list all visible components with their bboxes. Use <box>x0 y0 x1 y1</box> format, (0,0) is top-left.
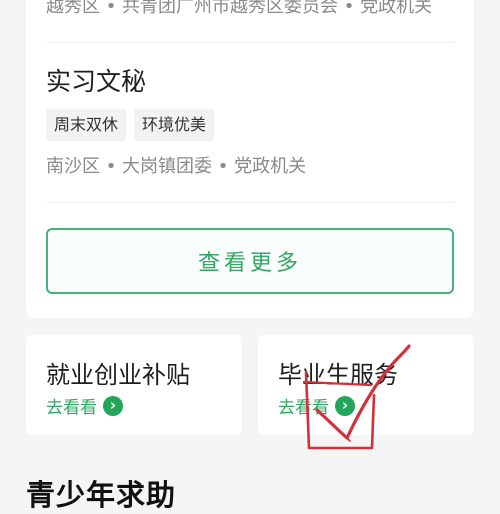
arrow-right-circle-icon: › <box>335 395 355 416</box>
job-meta: 南沙区 • 大岗镇团委 • 党政机关 <box>46 156 307 177</box>
view-more-button[interactable]: 查看更多 <box>46 228 454 294</box>
service-title: 毕业生服务 <box>278 361 398 389</box>
service-link[interactable]: 去看看 › <box>278 393 355 418</box>
divider <box>46 202 454 203</box>
tag-weekend: 周末双休 <box>46 109 127 141</box>
previous-job-meta: 越秀区 • 共青团广州市越秀区委员会 • 党政机关 <box>46 0 433 17</box>
arrow-right-circle-icon: › <box>103 395 123 416</box>
tag-environment: 环境优美 <box>134 109 215 141</box>
job-title[interactable]: 实习文秘 <box>46 62 146 98</box>
divider <box>46 42 454 43</box>
service-title: 就业创业补贴 <box>46 361 190 389</box>
service-link[interactable]: 去看看 › <box>46 393 123 418</box>
service-card-graduate[interactable]: 毕业生服务 去看看 › <box>258 335 474 435</box>
job-tags: 周末双休 环境优美 <box>46 109 215 141</box>
service-link-label: 去看看 <box>46 398 97 418</box>
job-list-card: 越秀区 • 共青团广州市越秀区委员会 • 党政机关 实习文秘 周末双休 环境优美… <box>26 0 474 318</box>
service-card-subsidy[interactable]: 就业创业补贴 去看看 › <box>26 335 242 435</box>
service-link-label: 去看看 <box>278 398 329 418</box>
section-heading: 青少年求助 <box>26 478 177 512</box>
